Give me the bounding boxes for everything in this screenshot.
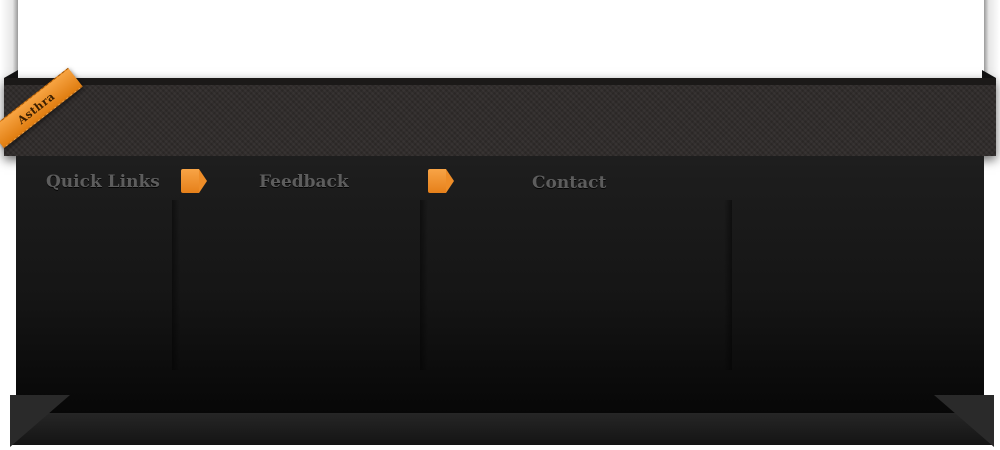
footer-panel	[16, 156, 984, 414]
column-divider	[420, 200, 428, 370]
footer-bottom-strip	[10, 413, 994, 445]
column-divider	[724, 200, 732, 370]
quick-links-heading: Quick Links	[46, 172, 160, 192]
band-notch-right	[982, 70, 996, 78]
header-band	[4, 78, 996, 156]
corner-fold-left	[10, 395, 70, 447]
contact-heading: Contact	[532, 173, 607, 193]
tag-icon	[181, 169, 207, 193]
feedback-heading: Feedback	[259, 172, 349, 192]
column-divider	[172, 200, 180, 370]
band-notch-left	[4, 70, 18, 78]
corner-fold-right	[934, 395, 994, 447]
tag-icon	[428, 169, 454, 193]
page: Asthra Quick Links Feedback Contact	[0, 0, 1000, 450]
content-area	[18, 0, 984, 82]
